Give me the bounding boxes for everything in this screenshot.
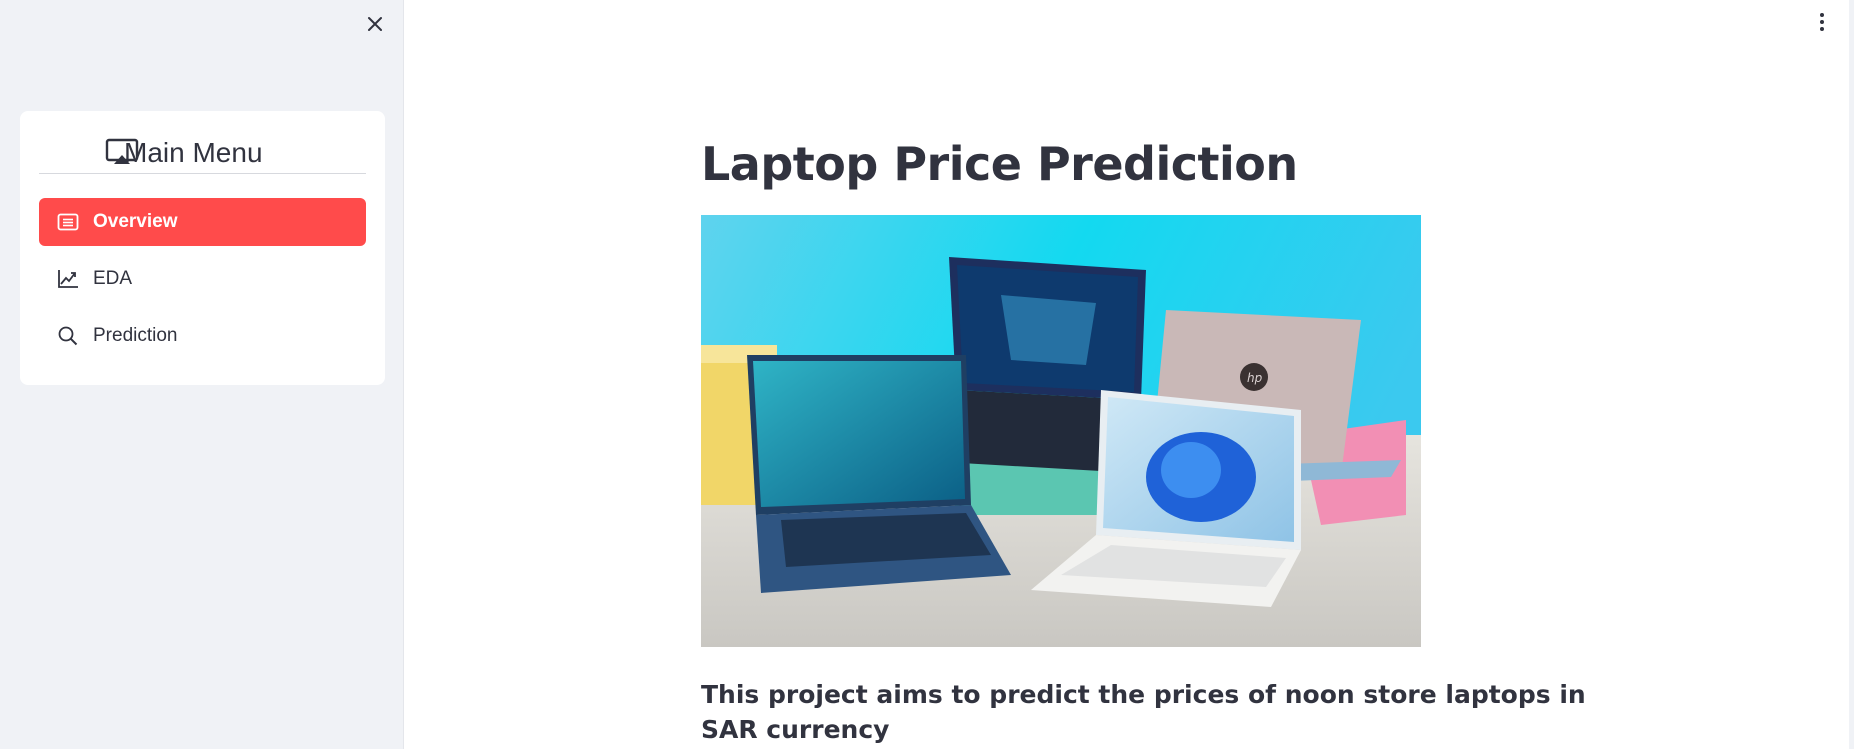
menu-item-label: Overview	[93, 211, 178, 232]
menu-item-eda[interactable]: EDA	[39, 255, 366, 303]
menu-item-prediction[interactable]: Prediction	[39, 312, 366, 360]
menu-header: Main Menu	[39, 133, 366, 174]
dot	[1820, 20, 1824, 24]
list-icon	[57, 213, 79, 231]
main-menu-kebab-button[interactable]	[1812, 10, 1832, 34]
menu-item-label: Prediction	[93, 325, 178, 346]
option-menu: Main Menu Overview EDA Prediction	[20, 111, 385, 385]
page-title: Laptop Price Prediction	[701, 137, 1298, 191]
project-description: This project aims to predict the prices …	[701, 680, 1586, 744]
laptops-hero-image: hp	[701, 215, 1421, 647]
image-hp-logo: hp	[1247, 371, 1263, 385]
scrollbar-track[interactable]	[1849, 0, 1854, 749]
search-icon	[58, 326, 78, 346]
dot	[1820, 27, 1824, 31]
dot	[1820, 13, 1824, 17]
menu-item-label: EDA	[93, 268, 133, 289]
menu-item-overview[interactable]: Overview	[39, 198, 366, 246]
menu-title: Main Menu	[124, 137, 263, 168]
close-sidebar-button[interactable]	[362, 11, 388, 37]
close-icon	[368, 17, 382, 31]
sidebar: Main Menu Overview EDA Prediction	[0, 0, 404, 749]
graph-up-icon	[58, 270, 78, 288]
